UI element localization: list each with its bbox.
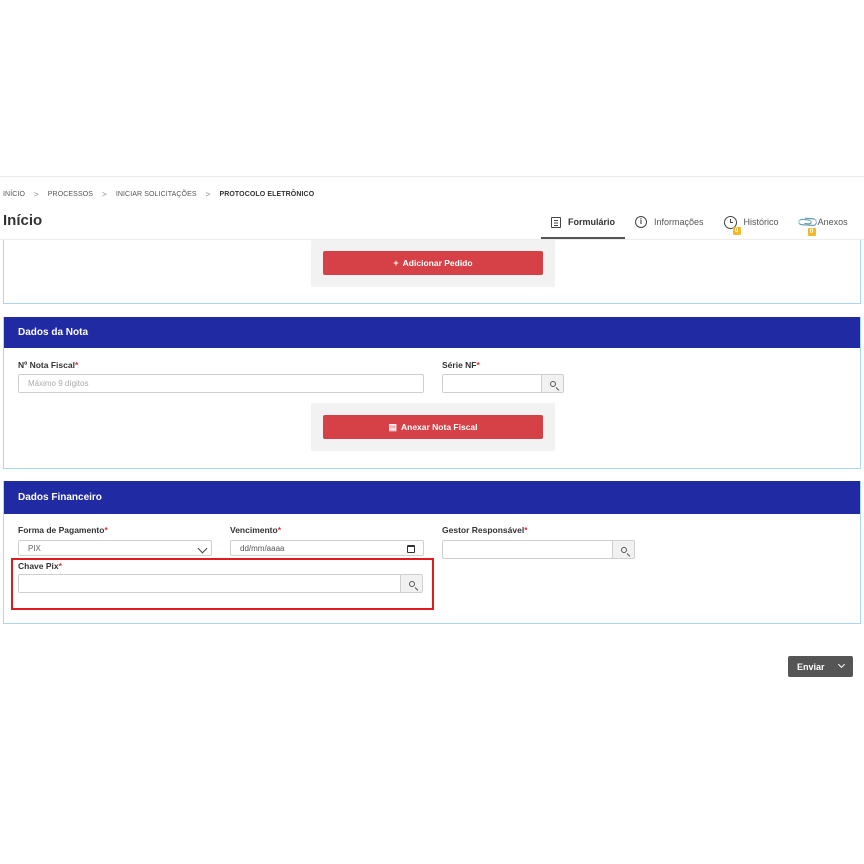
calendar-icon[interactable] <box>407 545 415 553</box>
tab-label: Anexos <box>817 217 848 227</box>
search-icon <box>620 546 627 553</box>
chevron-right-icon: > <box>205 190 211 199</box>
add-pedido-button[interactable]: + Adicionar Pedido <box>323 251 543 275</box>
serie-nf-search-button[interactable] <box>541 374 564 393</box>
gestor-input[interactable] <box>442 540 613 559</box>
clock-icon: 0 <box>723 215 741 235</box>
serie-nf-label: Série NF* <box>442 360 480 370</box>
anexar-nota-button[interactable]: ▤ Anexar Nota Fiscal <box>323 415 543 439</box>
breadcrumb-item-iniciar-solicitacoes[interactable]: INICIAR SOLICITAÇÕES <box>116 191 197 198</box>
chevron-down-icon <box>197 543 208 554</box>
document-icon <box>551 216 561 228</box>
tab-informacoes[interactable]: i Informações <box>625 207 714 237</box>
count-badge: 0 <box>732 226 741 235</box>
vencimento-label: Vencimento* <box>230 525 282 535</box>
count-badge: 0 <box>807 227 816 236</box>
tab-label: Informações <box>654 217 704 227</box>
breadcrumb-item-current: PROTOCOLO ELETRÔNICO <box>219 191 315 198</box>
tab-historico[interactable]: 0 Histórico <box>714 207 789 237</box>
serie-nf-input[interactable] <box>442 374 543 393</box>
tab-label: Formulário <box>568 217 616 227</box>
nota-fiscal-label: Nº Nota Fiscal* <box>18 360 79 370</box>
search-icon <box>549 380 556 387</box>
vencimento-date-input[interactable]: dd/mm/aaaa <box>230 540 424 556</box>
gestor-label: Gestor Responsável* <box>442 525 528 535</box>
gestor-search-button[interactable] <box>612 540 635 559</box>
breadcrumb-item-inicio[interactable]: INÍCIO <box>3 191 25 198</box>
forma-pagamento-label: Forma de Pagamento* <box>18 525 108 535</box>
paperclip-icon: 📎 0 <box>795 209 820 236</box>
pedido-card: + Adicionar Pedido <box>3 240 861 304</box>
nota-fiscal-input[interactable]: Máximo 9 dígitos <box>18 374 424 393</box>
breadcrumb: INÍCIO > PROCESSOS > INICIAR SOLICITAÇÕE… <box>3 190 314 199</box>
info-icon: i <box>635 216 648 228</box>
add-pedido-label: Adicionar Pedido <box>402 258 473 268</box>
breadcrumb-item-processos[interactable]: PROCESSOS <box>48 191 93 198</box>
plus-icon: + <box>393 258 399 268</box>
top-divider <box>0 176 864 177</box>
chevron-right-icon: > <box>34 190 39 199</box>
chave-pix-highlight-box <box>11 558 434 610</box>
file-icon: ▤ <box>388 421 397 432</box>
tab-formulario[interactable]: Formulário <box>541 207 626 239</box>
page-title: Início <box>3 212 43 229</box>
tab-anexos[interactable]: 📎 0 Anexos <box>789 207 858 237</box>
tab-label: Histórico <box>743 217 779 227</box>
dados-nota-card: Dados da Nota Nº Nota Fiscal* Máximo 9 d… <box>3 317 861 469</box>
section-title: Dados da Nota <box>4 317 860 348</box>
tab-bar: Formulário i Informações 0 Histórico 📎 0… <box>541 207 858 240</box>
send-label: Enviar <box>797 661 825 672</box>
chevron-down-icon <box>837 660 846 669</box>
section-title: Dados Financeiro <box>4 481 860 514</box>
forma-pagamento-select[interactable]: PIX <box>18 540 212 556</box>
send-button[interactable]: Enviar <box>788 656 853 677</box>
anexar-nota-label: Anexar Nota Fiscal <box>400 422 478 432</box>
chevron-right-icon: > <box>102 190 107 199</box>
